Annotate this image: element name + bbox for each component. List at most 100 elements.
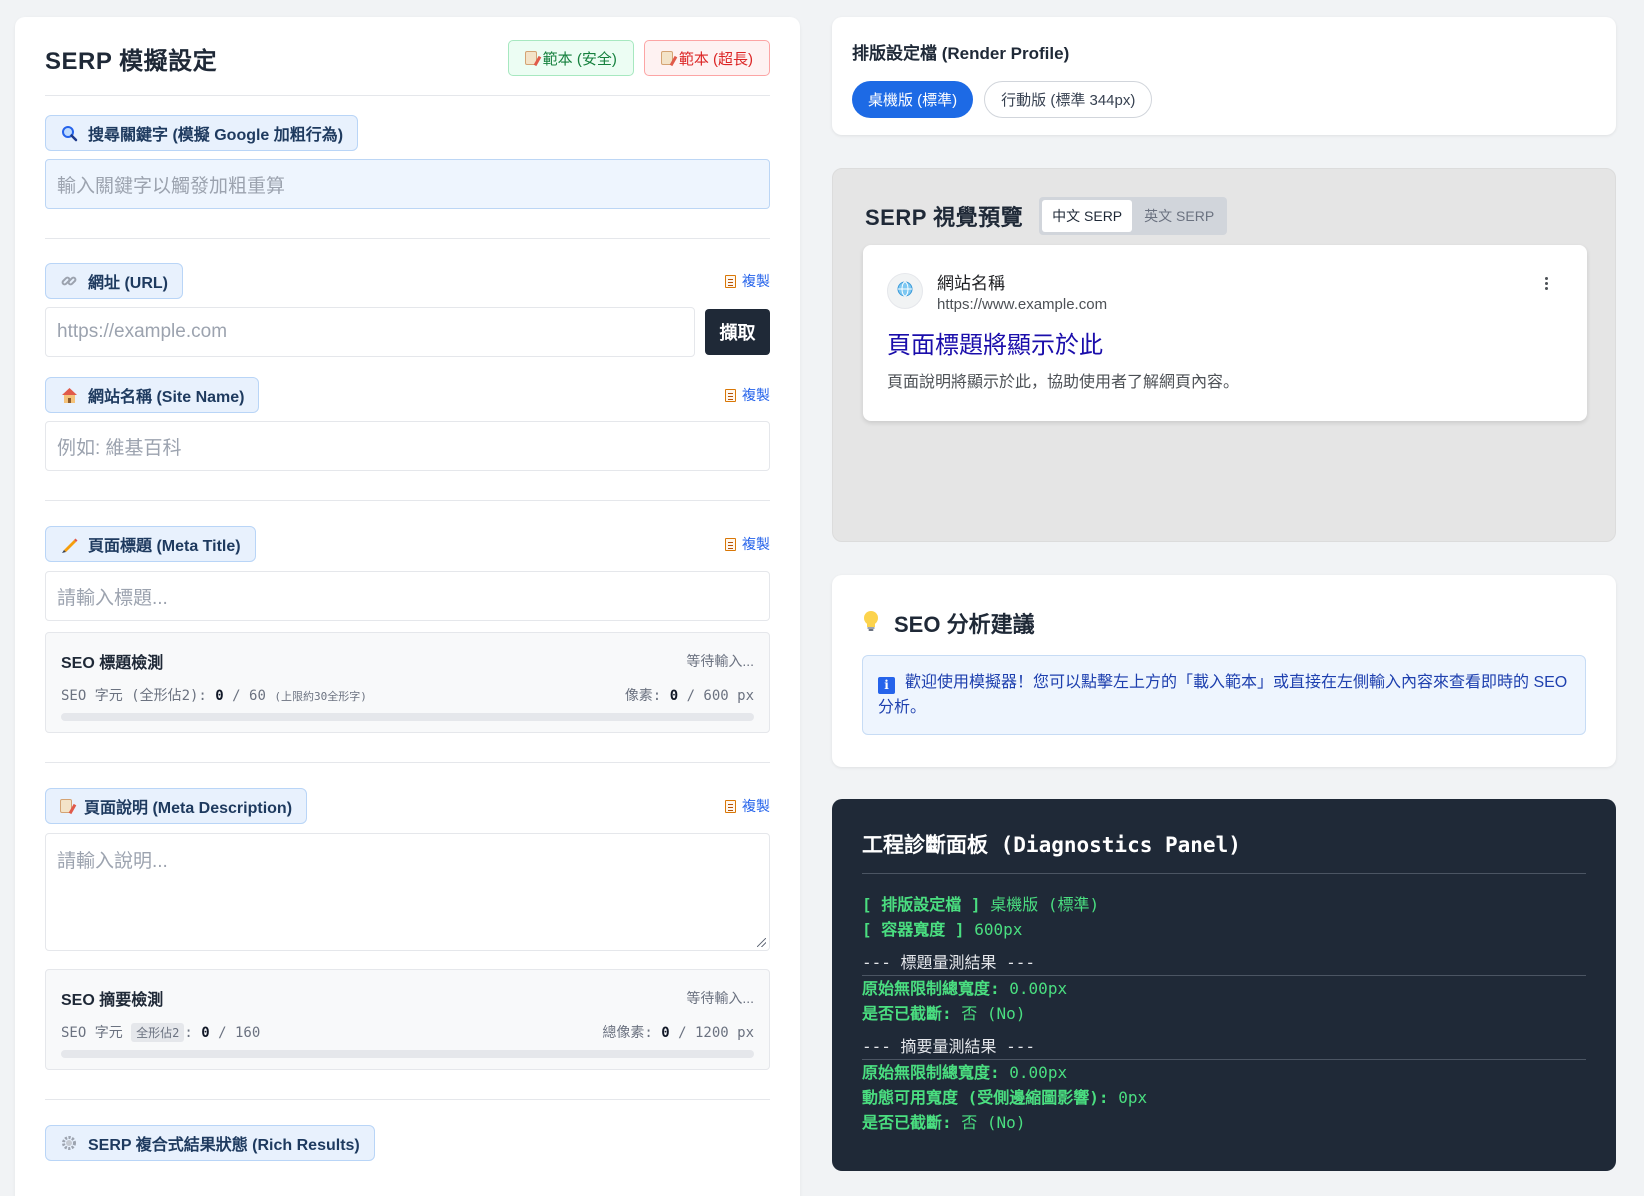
copy-meta-desc-button[interactable]: 複製: [725, 796, 770, 816]
settings-panel: SERP 模擬設定 範本 (安全) 範本 (超長) 搜尋關鍵字 (模擬 Goog…: [15, 17, 800, 1196]
load-safe-sample-button[interactable]: 範本 (安全): [507, 40, 634, 76]
meta-title-section: 頁面標題 (Meta Title) 複製 請輸入標題... SEO 標題檢測 等…: [45, 526, 770, 733]
copy-label: 複製: [742, 798, 770, 814]
serp-language-toggle: 中文 SERP 英文 SERP: [1039, 197, 1228, 235]
meta-desc-textarea[interactable]: 請輸入說明...: [45, 833, 770, 951]
memo-icon: [660, 51, 673, 65]
globe-icon: [897, 281, 913, 302]
house-icon: [60, 386, 78, 404]
title-chars-note: (上限約30全形字): [274, 690, 367, 703]
seo-info-message: i 歡迎使用模擬器！您可以點擊左上方的「載入範本」或直接在左側輸入內容來查看即時的…: [862, 655, 1586, 735]
mobile-profile-button[interactable]: 行動版 (標準 344px): [984, 81, 1153, 118]
title-check-status: 等待輸入...: [686, 653, 754, 669]
info-icon: i: [878, 677, 895, 694]
serp-preview-title: SERP 視覺預覽: [865, 205, 1024, 230]
memo-icon: [60, 799, 72, 813]
diag-desc-dyn-key: 動態可用寬度 (受側邊縮圖影響):: [862, 1088, 1109, 1107]
site-name-input[interactable]: 例如: 維基百科: [45, 421, 770, 471]
chinese-serp-tab[interactable]: 中文 SERP: [1042, 200, 1133, 232]
title-check-panel: SEO 標題檢測 等待輸入... SEO 字元 (全形佔2): 0 / 60 (…: [45, 632, 770, 733]
seo-analysis-title: SEO 分析建議: [894, 612, 1035, 637]
fetch-button[interactable]: 擷取: [705, 309, 770, 355]
url-section: 網址 (URL) 複製 https://example.com 擷取: [45, 263, 770, 357]
diag-desc-separator: --- 摘要量測結果 ---: [862, 1034, 1586, 1060]
rich-results-section: SERP 複合式結果狀態 (Rich Results): [45, 1125, 770, 1161]
desc-chars-tag: 全形佔2: [131, 1023, 185, 1042]
load-safe-sample-label: 範本 (安全): [542, 50, 617, 68]
diag-profile-value: 桌機版 (標準): [990, 895, 1100, 914]
meta-title-label-text: 頁面標題 (Meta Title): [88, 538, 241, 555]
diag-desc-trunc-key: 是否已截斷:: [862, 1113, 952, 1132]
title-px-value: 0: [669, 688, 679, 704]
serp-url: https://www.example.com: [937, 296, 1108, 313]
rich-results-label: SERP 複合式結果狀態 (Rich Results): [45, 1125, 375, 1161]
title-px-max: / 600 px: [686, 688, 754, 704]
desc-check-status: 等待輸入...: [686, 990, 754, 1006]
diag-title-raw-value: 0.00px: [1009, 979, 1068, 998]
load-long-sample-button[interactable]: 範本 (超長): [643, 40, 770, 76]
resize-handle[interactable]: [757, 938, 766, 947]
serp-page-description: 頁面說明將顯示於此，協助使用者了解網頁內容。: [887, 374, 1240, 391]
gear-icon: [60, 1134, 78, 1152]
english-serp-tab[interactable]: 英文 SERP: [1134, 200, 1224, 232]
diag-desc-raw-value: 0.00px: [1009, 1063, 1068, 1082]
seo-analysis-card: SEO 分析建議 i 歡迎使用模擬器！您可以點擊左上方的「載入範本」或直接在左側輸…: [832, 575, 1616, 767]
more-options-icon[interactable]: [1545, 277, 1549, 290]
site-name-section: 網站名稱 (Site Name) 複製 例如: 維基百科: [45, 377, 770, 471]
clipboard-icon: [725, 388, 736, 402]
copy-meta-title-button[interactable]: 複製: [725, 534, 770, 554]
load-long-sample-label: 範本 (超長): [678, 50, 753, 68]
clipboard-icon: [725, 537, 736, 551]
title-chars-max: / 60: [232, 688, 266, 704]
copy-site-name-button[interactable]: 複製: [725, 385, 770, 405]
desktop-profile-button[interactable]: 桌機版 (標準): [852, 81, 974, 118]
render-profile-title: 排版設定檔 (Render Profile): [852, 44, 1070, 63]
url-input[interactable]: https://example.com: [45, 307, 695, 357]
diag-width-key: [ 容器寬度 ]: [862, 920, 965, 939]
keyword-input[interactable]: 輸入關鍵字以觸發加粗重算: [45, 159, 770, 209]
divider: [45, 1099, 770, 1100]
desc-check-heading: SEO 摘要檢測: [61, 992, 164, 1009]
title-chars-value: 0: [215, 688, 224, 704]
search-icon: [60, 124, 78, 142]
settings-title: SERP 模擬設定: [45, 47, 218, 75]
diag-title-raw-key: 原始無限制總寬度:: [862, 979, 1000, 998]
diag-desc-trunc-value: 否 (No): [961, 1113, 1026, 1132]
copy-label: 複製: [742, 387, 770, 403]
meta-desc-section: 頁面說明 (Meta Description) 複製 請輸入說明... SEO …: [45, 788, 770, 1070]
settings-header: SERP 模擬設定 範本 (安全) 範本 (超長): [45, 17, 770, 96]
divider: [45, 762, 770, 763]
rich-results-label-text: SERP 複合式結果狀態 (Rich Results): [88, 1137, 360, 1154]
desc-chars-max: / 160: [218, 1025, 261, 1041]
pencil-icon: [60, 535, 78, 553]
serp-site-name: 網站名稱: [937, 274, 1005, 293]
url-label-text: 網址 (URL): [88, 275, 168, 292]
desc-px-prefix: 總像素:: [602, 1025, 653, 1041]
lightbulb-icon: [862, 610, 880, 637]
diag-desc-dyn-value: 0px: [1118, 1088, 1148, 1107]
url-label: 網址 (URL): [45, 263, 183, 299]
diag-title-trunc-value: 否 (No): [961, 1004, 1026, 1023]
diag-title-separator: --- 標題量測結果 ---: [862, 950, 1586, 976]
desc-progress-bar: [61, 1050, 754, 1058]
serp-page-title[interactable]: 頁面標題將顯示於此: [887, 325, 1563, 360]
seo-info-text: 歡迎使用模擬器！您可以點擊左上方的「載入範本」或直接在左側輸入內容來查看即時的 …: [878, 674, 1568, 716]
desc-chars-value: 0: [201, 1025, 210, 1041]
meta-desc-placeholder: 請輸入說明...: [57, 851, 168, 872]
diag-profile-key: [ 排版設定檔 ]: [862, 895, 981, 914]
diag-desc-raw-key: 原始無限制總寬度:: [862, 1063, 1000, 1082]
copy-url-button[interactable]: 複製: [725, 271, 770, 291]
copy-label: 複製: [742, 273, 770, 289]
serp-result-card: 網站名稱 https://www.example.com 頁面標題將顯示於此 頁…: [863, 245, 1587, 421]
title-progress-bar: [61, 713, 754, 721]
serp-preview-panel: SERP 視覺預覽 中文 SERP 英文 SERP 網站名稱 https://w…: [832, 168, 1616, 542]
copy-label: 複製: [742, 536, 770, 552]
render-profile-card: 排版設定檔 (Render Profile) 桌機版 (標準) 行動版 (標準 …: [832, 17, 1616, 135]
title-chars-prefix: SEO 字元 (全形佔2):: [61, 688, 207, 704]
desc-px-value: 0: [661, 1025, 670, 1041]
meta-desc-label-text: 頁面說明 (Meta Description): [84, 800, 293, 817]
link-icon: [60, 272, 78, 290]
diag-title-trunc-key: 是否已截斷:: [862, 1004, 952, 1023]
desc-check-panel: SEO 摘要檢測 等待輸入... SEO 字元 全形佔2: 0 / 160 總像…: [45, 969, 770, 1070]
meta-title-input[interactable]: 請輸入標題...: [45, 571, 770, 621]
